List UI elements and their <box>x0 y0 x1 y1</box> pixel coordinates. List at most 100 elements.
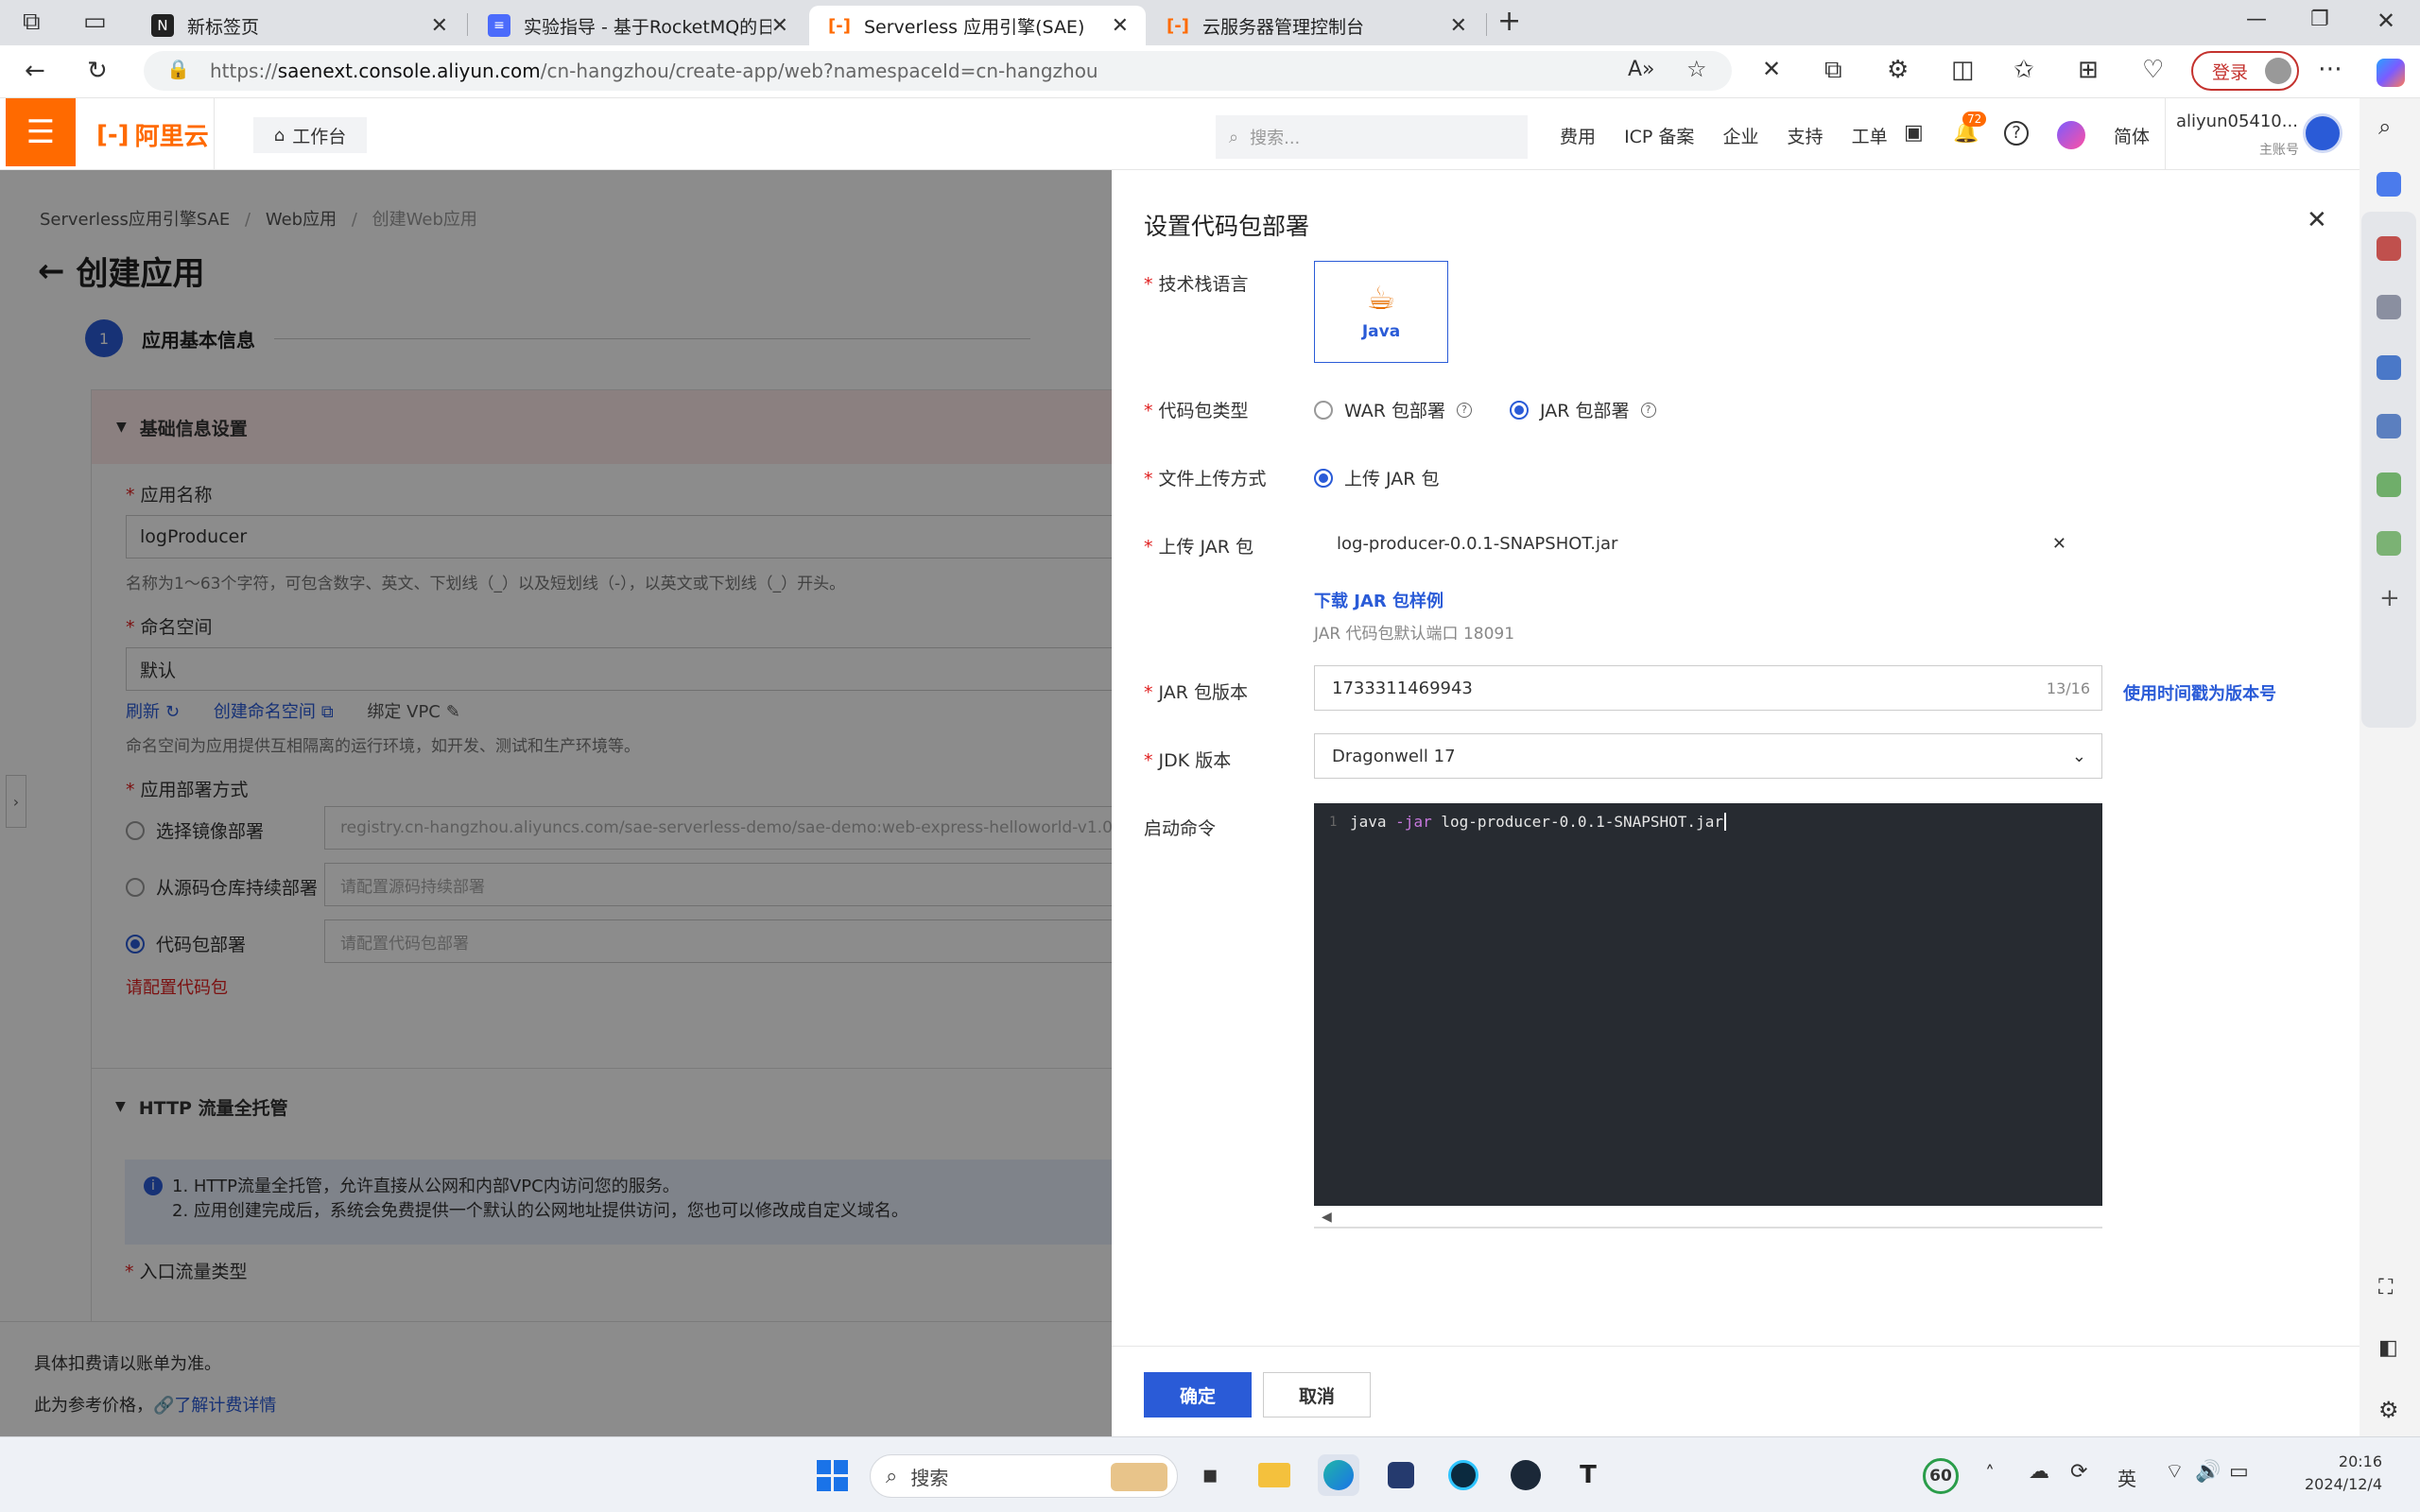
performance-icon[interactable]: ♡ <box>2142 58 2164 82</box>
cloud-shell-icon[interactable]: ▣ <box>1904 123 1924 144</box>
copilot-icon[interactable] <box>2377 59 2405 87</box>
jar-radio[interactable] <box>1510 400 1529 420</box>
extension-icon[interactable] <box>2377 355 2401 380</box>
wifi-icon[interactable]: ⌔ <box>2165 1462 2185 1483</box>
aliyun-logo[interactable]: [-] 阿里云 <box>96 117 209 152</box>
tab-actions-icon[interactable]: ▭ <box>83 9 107 34</box>
nav-enterprise[interactable]: 企业 <box>1722 127 1758 147</box>
app-icon[interactable] <box>1380 1454 1422 1496</box>
jdk-version-select[interactable]: Dragonwell 17 ⌄ <box>1314 733 2102 779</box>
aliyun-logo-icon: [-] <box>96 120 130 149</box>
file-explorer-icon[interactable] <box>1253 1454 1295 1496</box>
war-label[interactable]: WAR 包部署 <box>1344 397 1445 422</box>
search-icon[interactable]: ⌕ <box>2378 115 2391 138</box>
read-aloud-icon[interactable]: A» <box>1628 60 1655 80</box>
onedrive-icon[interactable]: ☁ <box>2029 1462 2049 1483</box>
x-extension-icon[interactable]: ✕ <box>1762 58 1781 80</box>
refresh-icon[interactable]: ↻ <box>87 59 108 83</box>
collections-icon[interactable]: ⧉ <box>1824 58 1842 82</box>
favorites-icon[interactable]: ✩ <box>2014 58 2034 82</box>
editor-scrollbar[interactable]: ◀ <box>1314 1210 2102 1228</box>
ime-indicator[interactable]: 英 <box>2118 1464 2136 1491</box>
chevron-up-icon[interactable]: ˄ <box>1985 1464 1995 1483</box>
workbench-button[interactable]: ⌂ 工作台 <box>253 117 367 153</box>
back-icon[interactable]: ← <box>25 59 45 83</box>
battery-icon[interactable]: ▭ <box>2229 1462 2249 1483</box>
nav-support[interactable]: 支持 <box>1788 127 1824 147</box>
favorite-star-icon[interactable]: ☆ <box>1686 58 1707 80</box>
modal-overlay[interactable] <box>0 170 1112 1436</box>
tab-sae[interactable]: [-] Serverless 应用引擎(SAE) ✕ <box>809 6 1146 45</box>
minimize-icon[interactable]: — <box>2246 9 2267 30</box>
address-bar[interactable]: 🔒 https://saenext.console.aliyun.com/cn-… <box>144 51 1732 91</box>
workspaces-icon[interactable]: ⧉ <box>23 9 41 34</box>
start-icon[interactable] <box>811 1454 853 1496</box>
tab-lab-guide[interactable]: ≡ 实验指导 - 基于RocketMQ的日志 ✕ <box>469 6 805 45</box>
java-card[interactable]: ☕ Java <box>1314 261 1448 363</box>
uploaded-file: log-producer-0.0.1-SNAPSHOT.jar ✕ <box>1337 533 2066 554</box>
add-icon[interactable]: + <box>2379 584 2400 612</box>
cancel-button[interactable]: 取消 <box>1263 1372 1371 1418</box>
assistant-icon[interactable] <box>2057 121 2085 149</box>
hamburger-menu-button[interactable]: ☰ <box>6 98 76 166</box>
start-command-editor[interactable]: 1 java -jar log-producer-0.0.1-SNAPSHOT.… <box>1314 803 2102 1206</box>
close-icon[interactable]: ✕ <box>2307 206 2327 234</box>
nav-icp[interactable]: ICP 备案 <box>1624 127 1694 147</box>
user-avatar[interactable] <box>2303 113 2342 153</box>
close-tab-icon[interactable]: ✕ <box>1450 14 1467 38</box>
upload-jar-radio[interactable] <box>1314 468 1333 488</box>
tab-new-tab[interactable]: N 新标签页 ✕ <box>132 6 465 45</box>
command-text: java -jar log-producer-0.0.1-SNAPSHOT.ja… <box>1350 813 1726 831</box>
close-tab-icon[interactable]: ✕ <box>771 14 788 38</box>
scroll-left-icon[interactable]: ◀ <box>1322 1210 1332 1225</box>
tab-ecs-console[interactable]: [-] 云服务器管理控制台 ✕ <box>1148 6 1484 45</box>
close-tab-icon[interactable]: ✕ <box>431 14 448 38</box>
close-tab-icon[interactable]: ✕ <box>1112 14 1129 38</box>
shopping-tag-icon[interactable] <box>2377 172 2401 197</box>
sync-icon[interactable]: ⟳ <box>2070 1462 2087 1483</box>
close-window-icon[interactable]: ✕ <box>2377 9 2395 32</box>
task-view-icon[interactable]: ▪ <box>1189 1454 1231 1496</box>
jar-label[interactable]: JAR 包部署 <box>1540 397 1630 422</box>
nav-ticket[interactable]: 工单 <box>1852 127 1888 147</box>
login-button[interactable]: 登录 <box>2191 51 2299 91</box>
extension-icon[interactable] <box>2377 236 2401 261</box>
new-tab-icon[interactable]: + <box>1497 8 1521 36</box>
browser-collections-icon[interactable]: ⊞ <box>2078 58 2099 82</box>
help-icon[interactable]: ? <box>2004 121 2029 146</box>
jar-version-input[interactable]: 1733311469943 13/16 <box>1314 665 2102 711</box>
help-icon[interactable]: ? <box>1457 402 1472 418</box>
language-switch[interactable]: 简体 <box>2114 123 2150 148</box>
home-icon: ⌂ <box>273 125 285 146</box>
extension-icon[interactable] <box>2377 414 2401 438</box>
remove-file-icon[interactable]: ✕ <box>2052 534 2066 554</box>
download-sample-link[interactable]: 下载 JAR 包样例 <box>1314 588 1443 612</box>
help-icon[interactable]: ? <box>1640 402 1656 418</box>
nav-fees[interactable]: 费用 <box>1560 127 1596 147</box>
confirm-button[interactable]: 确定 <box>1144 1372 1252 1418</box>
war-radio[interactable] <box>1314 400 1333 420</box>
user-name[interactable]: aliyun05410... <box>2176 112 2298 131</box>
typora-icon[interactable]: T <box>1567 1454 1609 1496</box>
steam-icon[interactable] <box>1505 1454 1547 1496</box>
sidebar-toggle-icon[interactable]: ◧ <box>2378 1338 2398 1359</box>
aliyun-favicon-icon: [-] <box>828 15 851 36</box>
extension-icon[interactable] <box>2377 295 2401 319</box>
edge-browser-icon[interactable] <box>1318 1454 1359 1496</box>
extensions-icon[interactable]: ⚙ <box>1887 58 1909 82</box>
more-menu-icon[interactable]: ⋯ <box>2318 57 2342 81</box>
extension-icon[interactable] <box>2377 531 2401 556</box>
settings-icon[interactable]: ⚙ <box>2378 1399 2399 1421</box>
extension-icon[interactable] <box>2377 472 2401 497</box>
use-timestamp-link[interactable]: 使用时间戳为版本号 <box>2123 680 2276 705</box>
app-icon[interactable] <box>1443 1454 1484 1496</box>
screenshot-icon[interactable]: ⛶ <box>2378 1278 2393 1298</box>
split-screen-icon[interactable]: ◫ <box>1951 58 1975 82</box>
restore-icon[interactable]: ❐ <box>2310 9 2329 30</box>
console-search-input[interactable]: ⌕ 搜索... <box>1216 115 1528 159</box>
clock[interactable]: 20:16 2024/12/4 <box>2278 1451 2382 1496</box>
volume-icon[interactable]: 🔊 <box>2195 1462 2221 1483</box>
windows-taskbar: ⌕ 搜索 ▪ T 60 ˄ ☁ ⟳ 英 ⌔ 🔊 ▭ 20:16 2024/12/… <box>0 1436 2420 1512</box>
weather-badge[interactable]: 60 <box>1923 1458 1959 1494</box>
taskbar-search[interactable]: ⌕ 搜索 <box>870 1454 1178 1498</box>
